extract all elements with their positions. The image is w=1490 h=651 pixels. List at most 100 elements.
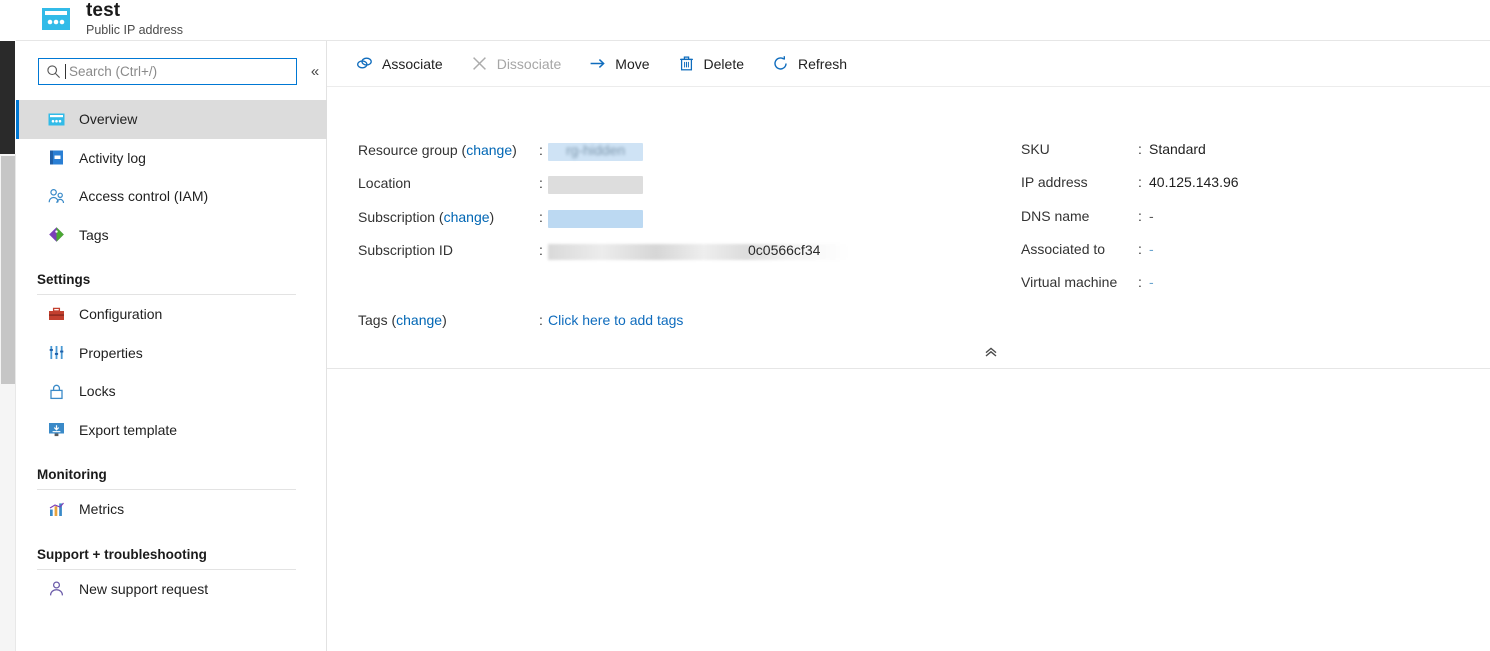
sidebar-item-overview[interactable]: Overview	[16, 100, 327, 139]
property-row-virtual-machine: Virtual machine : -	[1021, 274, 1441, 307]
page-title: test	[86, 0, 121, 21]
search-input[interactable]: Search (Ctrl+/)	[69, 64, 157, 79]
sidebar-search[interactable]: Search (Ctrl+/)	[38, 58, 297, 85]
command-label: Delete	[703, 55, 744, 72]
property-label: SKU	[1021, 141, 1050, 157]
refresh-button[interactable]: Refresh	[771, 54, 847, 73]
sidebar-item-label: Activity log	[79, 149, 146, 166]
sidebar-item-activity-log[interactable]: Activity log	[16, 139, 327, 178]
property-colon: :	[539, 142, 543, 158]
sidebar-item-label: Properties	[79, 344, 143, 361]
page-subtitle: Public IP address	[86, 23, 184, 37]
sidebar-item-label: Tags	[79, 226, 109, 243]
property-colon: :	[1138, 141, 1142, 157]
property-label: Resource group (change)	[358, 142, 517, 158]
delete-button[interactable]: Delete	[677, 54, 744, 73]
command-bar: Associate Dissociate Move Delete Refresh	[327, 41, 1490, 87]
associate-icon	[355, 54, 374, 73]
blade-content: Associate Dissociate Move Delete Refresh…	[327, 41, 1490, 651]
property-label: Location	[358, 175, 411, 192]
associated-to-value: -	[1149, 240, 1154, 257]
property-colon: :	[539, 241, 543, 258]
sidebar-item-metrics[interactable]: Metrics	[16, 490, 327, 529]
tags-icon	[47, 225, 66, 244]
property-label: Virtual machine	[1021, 274, 1118, 291]
page-scrollbar-thumb[interactable]	[1, 156, 15, 384]
property-row-tags: Tags (change) : Click here to add tags	[358, 312, 1058, 336]
sidebar-item-properties[interactable]: Properties	[16, 334, 327, 373]
add-tags-link[interactable]: Click here to add tags	[548, 312, 683, 328]
property-row-resource-group: Resource group (change) : rg-hidden	[358, 142, 998, 175]
sidebar-item-tags[interactable]: Tags	[16, 216, 327, 255]
property-row-sku: SKU : Standard	[1021, 141, 1441, 174]
command-label: Move	[615, 55, 650, 72]
sidebar-item-locks[interactable]: Locks	[16, 372, 327, 411]
command-label: Dissociate	[496, 55, 562, 72]
sidebar-item-label: Overview	[79, 111, 138, 128]
sidebar-item-new-support-request[interactable]: New support request	[16, 570, 327, 609]
virtual-machine-value: -	[1149, 274, 1154, 291]
property-row-associated-to: Associated to : -	[1021, 241, 1441, 274]
sidebar-item-label: Configuration	[79, 306, 163, 323]
ip-address-value: 40.125.143.96	[1149, 174, 1239, 191]
text-cursor	[65, 64, 66, 79]
sidebar-item-label: Export template	[79, 421, 178, 438]
subscription-change-link[interactable]: change	[444, 209, 490, 225]
sku-value: Standard	[1149, 141, 1206, 157]
property-label: Subscription (change)	[358, 208, 495, 225]
property-row-subscription-id: Subscription ID : 0c0566cf34	[358, 242, 998, 275]
chevron-double-up-icon[interactable]	[978, 343, 1004, 363]
public-ip-resource-icon	[40, 4, 74, 34]
move-button[interactable]: Move	[588, 54, 650, 73]
sidebar-item-label: Metrics	[79, 501, 125, 518]
tags-change-link[interactable]: change	[396, 312, 442, 328]
blade-sidebar: Search (Ctrl+/) « Overview Activity log …	[16, 41, 327, 651]
property-colon: :	[539, 208, 543, 225]
access-control-icon	[47, 187, 66, 206]
property-colon: :	[1138, 274, 1142, 291]
dissociate-icon	[470, 54, 489, 73]
locks-icon	[47, 382, 66, 401]
associate-button[interactable]: Associate	[355, 54, 443, 73]
sidebar-nav-list: Overview Activity log Access control (IA…	[16, 100, 327, 608]
sidebar-item-access-control[interactable]: Access control (IAM)	[16, 177, 327, 216]
sidebar-item-label: New support request	[79, 580, 209, 597]
dns-name-value: -	[1149, 207, 1154, 224]
property-label: DNS name	[1021, 207, 1090, 224]
divider	[327, 368, 1490, 369]
property-row-ip-address: IP address : 40.125.143.96	[1021, 174, 1441, 207]
subscription-value-redacted	[548, 209, 643, 228]
overview-icon	[47, 110, 66, 129]
search-input-box[interactable]: Search (Ctrl+/)	[38, 58, 297, 85]
essentials-right-column: SKU : Standard IP address : 40.125.143.9…	[1021, 141, 1441, 307]
property-colon: :	[539, 312, 543, 328]
left-rail-dark-strip	[0, 41, 15, 154]
sidebar-item-configuration[interactable]: Configuration	[16, 295, 327, 334]
command-label: Refresh	[798, 55, 848, 72]
configuration-icon	[47, 305, 66, 324]
property-label: Subscription ID	[358, 241, 453, 258]
properties-icon	[47, 343, 66, 362]
refresh-icon	[771, 54, 790, 73]
resource-group-value: rg-hidden	[566, 142, 626, 158]
metrics-icon	[47, 500, 66, 519]
support-request-icon	[47, 579, 66, 598]
sidebar-group-title: Monitoring	[37, 467, 107, 482]
sidebar-item-label: Locks	[79, 383, 116, 400]
property-label: IP address	[1021, 174, 1088, 191]
property-label: Tags (change)	[358, 312, 447, 328]
search-icon	[46, 64, 61, 79]
property-colon: :	[1138, 207, 1142, 224]
property-row-subscription: Subscription (change) :	[358, 209, 998, 242]
sidebar-collapse-button[interactable]: «	[306, 64, 324, 81]
property-row-location: Location :	[358, 175, 998, 208]
sidebar-item-export-template[interactable]: Export template	[16, 411, 327, 450]
property-row-dns-name: DNS name : -	[1021, 208, 1441, 241]
move-icon	[588, 54, 607, 73]
resource-group-change-link[interactable]: change	[466, 142, 512, 158]
dissociate-button: Dissociate	[470, 54, 562, 73]
property-colon: :	[1138, 174, 1142, 191]
delete-icon	[677, 54, 696, 73]
sidebar-group-title: Support + troubleshooting	[37, 546, 207, 562]
sidebar-item-label: Access control (IAM)	[79, 188, 209, 205]
